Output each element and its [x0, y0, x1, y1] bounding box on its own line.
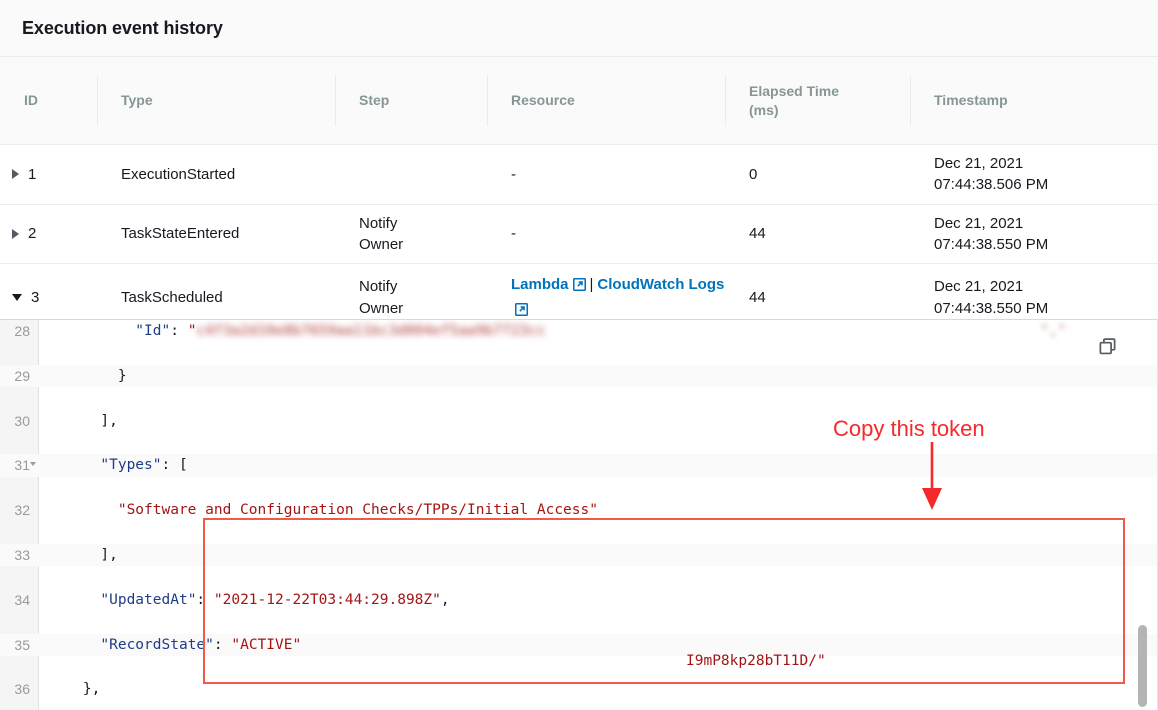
code-scroll-content: 28 "Id": "c4f3a2d10e8b7659aa11bc3d004ef5… [0, 320, 1158, 710]
column-header-type[interactable]: Type [97, 57, 335, 144]
line-number: 28 [14, 323, 30, 339]
execution-event-history-table: ID Type Step Resource Elapsed Time (ms) … [0, 57, 1158, 333]
resource-link-cloudwatch-logs[interactable]: CloudWatch Logs [597, 276, 724, 293]
code-line: 33 ], [0, 543, 1158, 567]
line-number: 31 [14, 457, 30, 474]
column-header-step[interactable]: Step [335, 57, 487, 144]
row-id-cell: 1 [0, 145, 97, 204]
code-line: 31 "Types": [ [0, 454, 1158, 477]
column-header-id[interactable]: ID [0, 57, 97, 144]
code-line: 34 "UpdatedAt": "2021-12-22T03:44:29.898… [0, 589, 1158, 611]
row-timestamp-cell: Dec 21, 2021 07:44:38.550 PM [934, 214, 1049, 253]
table-row[interactable]: 2 TaskStateEntered Notify Owner - 44 Dec… [0, 204, 1158, 265]
expand-row-icon[interactable] [12, 228, 19, 239]
json-string-value: "ACTIVE" [231, 636, 302, 653]
external-link-icon [572, 276, 586, 299]
code-fold-toggle-icon[interactable] [30, 462, 36, 467]
panel-header: Execution event history [0, 0, 1158, 57]
line-number: 35 [14, 636, 30, 653]
code-line: 36 }, [0, 678, 1158, 700]
code-line: 32 "Software and Configuration Checks/TP… [0, 499, 1158, 521]
column-header-resource[interactable]: Resource [487, 57, 725, 144]
row-type-cell: ExecutionStarted [121, 165, 236, 183]
resource-link-lambda[interactable]: Lambda [511, 276, 569, 293]
column-header-elapsed-time[interactable]: Elapsed Time (ms) [725, 57, 910, 144]
line-number: 30 [14, 412, 30, 429]
row-step-cell: Notify Owner [359, 214, 404, 253]
row-resource-cell: - [511, 165, 516, 183]
task-token-continuation: I9mP8kp28bT11D/" [686, 653, 826, 669]
row-id-cell: 2 [0, 205, 97, 264]
row-resource-cell: - [511, 225, 516, 243]
row-id-value: 2 [28, 225, 37, 243]
row-timestamp-cell: Dec 21, 2021 07:44:38.506 PM [934, 155, 1049, 194]
table-row[interactable]: 1 ExecutionStarted - 0 Dec 21, 2021 07:4… [0, 145, 1158, 205]
collapse-row-icon[interactable] [12, 294, 22, 302]
json-string-value: "Software and Configuration Checks/TPPs/… [117, 502, 598, 519]
line-number: 33 [14, 546, 30, 563]
row-id-value: 3 [31, 289, 40, 307]
resource-separator: | [589, 276, 594, 294]
line-number: 32 [14, 502, 30, 519]
row-elapsed-cell: 44 [749, 225, 766, 243]
json-key: "Id" [48, 323, 171, 339]
code-text: ], [48, 546, 118, 563]
row-type-cell: TaskStateEntered [121, 225, 240, 243]
json-key: "UpdatedAt" [100, 591, 197, 608]
line-number: 34 [14, 591, 30, 608]
page-title: Execution event history [22, 17, 223, 38]
redacted-id-value: c4f3a2d10e8b7659aa11bc3d004ef5aa9b7723cc [196, 323, 546, 339]
row-elapsed-cell: 0 [749, 165, 758, 183]
code-text: } [48, 367, 127, 384]
line-number: 29 [14, 367, 30, 384]
column-header-timestamp[interactable]: Timestamp [910, 57, 1158, 144]
json-key: "RecordState" [100, 636, 214, 653]
copy-icon[interactable] [1094, 333, 1120, 359]
redacted-id-tail: "," [1040, 323, 1067, 339]
code-scrollbar-thumb[interactable] [1138, 625, 1147, 707]
code-line: 29 } [0, 364, 1158, 388]
code-line: 30 ], [0, 410, 1158, 432]
expand-row-icon[interactable] [12, 169, 19, 180]
line-number: 36 [14, 681, 30, 698]
code-text: ], [48, 412, 118, 429]
code-line: 28 "Id": "c4f3a2d10e8b7659aa11bc3d004ef5… [0, 320, 1158, 342]
code-text: }, [48, 681, 101, 698]
json-key: "Types" [100, 457, 162, 474]
row-step-cell [335, 145, 487, 204]
json-code-viewer[interactable]: 28 "Id": "c4f3a2d10e8b7659aa11bc3d004ef5… [0, 319, 1158, 710]
json-string-value: "2021-12-22T03:44:29.898Z" [213, 591, 441, 608]
code-line: 35 "RecordState": "ACTIVE" [0, 633, 1158, 656]
row-id-value: 1 [28, 165, 37, 183]
table-header-row: ID Type Step Resource Elapsed Time (ms) … [0, 57, 1158, 145]
